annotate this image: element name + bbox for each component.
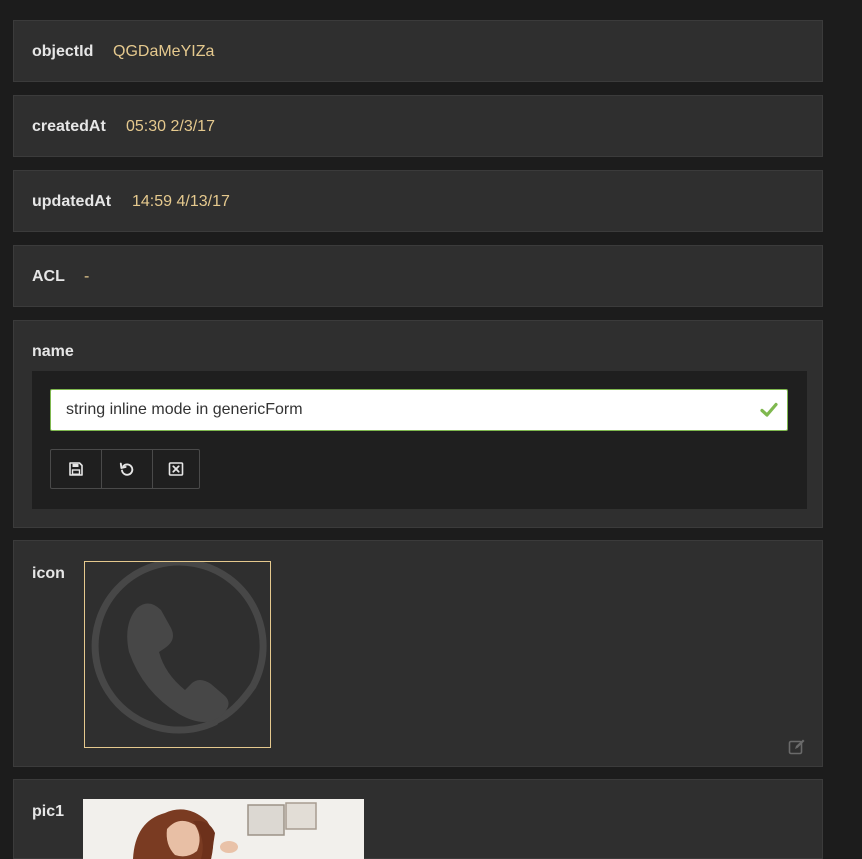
edit-icon[interactable] [788,738,806,756]
field-label: createdAt [32,118,106,135]
inline-editor [32,371,807,509]
field-label: name [32,343,74,360]
field-label: icon [32,565,65,582]
field-value: QGDaMeYIZa [113,43,215,60]
field-row-updatedat: updatedAt 14:59 4/13/17 [13,170,823,232]
name-input[interactable] [50,389,788,431]
pic1-image[interactable] [83,799,364,859]
undo-button[interactable] [101,449,153,489]
save-button[interactable] [50,449,102,489]
cancel-button[interactable] [152,449,200,489]
field-row-acl: ACL - [13,245,823,307]
phone-icon [91,562,267,734]
field-row-name: name [13,320,823,528]
field-row-createdat: createdAt 05:30 2/3/17 [13,95,823,157]
field-label: pic1 [32,803,65,820]
field-value: 14:59 4/13/17 [132,193,230,210]
field-row-icon: icon [13,540,823,767]
editor-button-group [50,449,200,489]
field-value: 05:30 2/3/17 [126,118,215,135]
icon-image[interactable] [84,561,271,748]
field-label: ACL [32,268,65,285]
save-icon [69,462,83,476]
undo-icon [119,462,134,476]
field-label: objectId [32,43,94,60]
field-label: updatedAt [32,193,112,210]
check-icon [760,402,778,417]
cancel-icon [168,462,184,476]
field-value: - [84,268,90,285]
field-row-pic1: pic1 [13,779,823,859]
photo [83,799,364,859]
field-row-objectid: objectId QGDaMeYIZa [13,20,823,82]
